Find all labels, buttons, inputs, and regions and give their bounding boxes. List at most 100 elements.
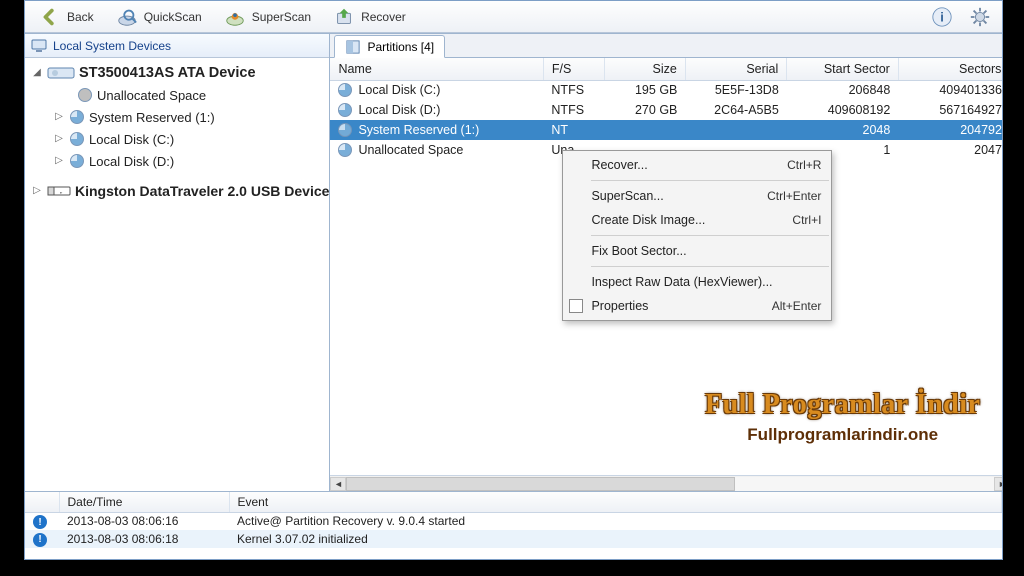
menu-shortcut: Ctrl+Enter xyxy=(767,189,821,203)
tab-partitions[interactable]: Partitions [4] xyxy=(334,35,445,58)
superscan-button[interactable]: SuperScan xyxy=(216,4,319,30)
hdd-icon xyxy=(47,65,75,81)
menu-item-label: Create Disk Image... xyxy=(591,213,705,227)
tree-device-1-label: ST3500413AS ATA Device xyxy=(79,65,256,81)
scroll-right-button[interactable]: ► xyxy=(994,477,1002,491)
tree-device-2[interactable]: ▷ ⟔ Kingston DataTraveler 2.0 USB Device xyxy=(25,180,329,202)
tree-item-label: Local Disk (D:) xyxy=(89,154,174,169)
back-icon xyxy=(39,6,61,28)
cell-size xyxy=(604,120,685,140)
app-window: Back QuickScan SuperScan Recover i xyxy=(24,0,1003,560)
gear-icon xyxy=(969,6,991,28)
menu-item-label: Inspect Raw Data (HexViewer)... xyxy=(591,275,772,289)
log-col-datetime[interactable]: Date/Time xyxy=(59,492,229,512)
menu-item-properties[interactable]: PropertiesAlt+Enter xyxy=(563,294,831,318)
col-size[interactable]: Size xyxy=(604,58,685,80)
log-datetime: 2013-08-03 08:06:18 xyxy=(59,530,229,548)
tree-item-label: Local Disk (C:) xyxy=(89,132,174,147)
collapse-icon[interactable]: ◢ xyxy=(31,67,43,79)
quickscan-button[interactable]: QuickScan xyxy=(108,4,210,30)
device-tree-header: Local System Devices xyxy=(25,34,329,58)
toolbar: Back QuickScan SuperScan Recover i xyxy=(25,1,1002,33)
partitions-icon xyxy=(345,39,361,55)
help-button[interactable]: i xyxy=(930,5,954,29)
quickscan-label: QuickScan xyxy=(144,10,202,24)
col-name[interactable]: Name xyxy=(330,58,543,80)
device-tree[interactable]: ◢ ST3500413AS ATA Device Unallocated Spa… xyxy=(25,58,329,491)
superscan-icon xyxy=(224,6,246,28)
tree-local-c[interactable]: ▷ Local Disk (C:) xyxy=(25,128,329,150)
cell-sectors: 2047 xyxy=(898,140,1002,160)
recover-icon xyxy=(333,6,355,28)
menu-item-label: Recover... xyxy=(591,158,647,172)
main-area: Local System Devices ◢ ST3500413AS ATA D… xyxy=(25,33,1002,491)
context-menu: Recover...Ctrl+RSuperScan...Ctrl+EnterCr… xyxy=(562,150,832,321)
expand-icon[interactable]: ▷ xyxy=(53,155,65,167)
log-panel: Date/Time Event !2013-08-03 08:06:16Acti… xyxy=(25,491,1002,559)
table-row[interactable]: Local Disk (D:)NTFS270 GB2C64-A5B5409608… xyxy=(330,100,1002,120)
log-row[interactable]: !2013-08-03 08:06:18Kernel 3.07.02 initi… xyxy=(25,530,1002,548)
watermark-line2: Fullprogramlarindir.one xyxy=(705,425,980,445)
partitions-grid[interactable]: NameF/SSizeSerialStart SectorSectors Loc… xyxy=(330,58,1002,475)
expand-icon[interactable]: ▷ xyxy=(53,133,65,145)
menu-item-recover[interactable]: Recover... Ctrl+R xyxy=(563,153,831,177)
log-col-event[interactable]: Event xyxy=(229,492,1002,512)
help-icon: i xyxy=(931,6,953,28)
tree-local-d[interactable]: ▷ Local Disk (D:) xyxy=(25,150,329,172)
cell-serial xyxy=(685,120,786,140)
partitions-panel: Partitions [4] NameF/SSizeSerialStart Se… xyxy=(330,34,1002,491)
horizontal-scrollbar[interactable]: ◄ ► xyxy=(330,475,1002,491)
menu-item-label: Fix Boot Sector... xyxy=(591,244,686,258)
col-f/s[interactable]: F/S xyxy=(543,58,604,80)
menu-item-superscan[interactable]: SuperScan...Ctrl+Enter xyxy=(563,184,831,208)
svg-text:⟔: ⟔ xyxy=(60,190,63,196)
cell-start: 409608192 xyxy=(787,100,899,120)
cell-size: 195 GB xyxy=(604,80,685,100)
menu-item-inspect-raw-data-hexviewer[interactable]: Inspect Raw Data (HexViewer)... xyxy=(563,270,831,294)
superscan-label: SuperScan xyxy=(252,10,311,24)
pie-icon xyxy=(69,153,85,169)
col-start-sector[interactable]: Start Sector xyxy=(787,58,899,80)
pie-icon xyxy=(338,83,352,97)
expand-icon[interactable]: ▷ xyxy=(31,185,43,197)
tree-device-1[interactable]: ◢ ST3500413AS ATA Device xyxy=(25,62,329,84)
col-sectors[interactable]: Sectors xyxy=(898,58,1002,80)
tree-unallocated[interactable]: Unallocated Space xyxy=(25,84,329,106)
tree-system-reserved[interactable]: ▷ System Reserved (1:) xyxy=(25,106,329,128)
scroll-track[interactable] xyxy=(346,477,994,491)
pie-icon xyxy=(69,131,85,147)
log-event: Active@ Partition Recovery v. 9.0.4 star… xyxy=(229,512,1002,530)
pie-icon xyxy=(338,103,352,117)
menu-item-fix-boot-sector[interactable]: Fix Boot Sector... xyxy=(563,239,831,263)
partition-name: Unallocated Space xyxy=(358,143,463,157)
device-tree-panel: Local System Devices ◢ ST3500413AS ATA D… xyxy=(25,34,330,491)
log-col-icon[interactable] xyxy=(25,492,59,512)
svg-text:i: i xyxy=(940,9,944,24)
expand-icon[interactable]: ▷ xyxy=(53,111,65,123)
tree-item-label: System Reserved (1:) xyxy=(89,110,215,125)
tab-strip: Partitions [4] xyxy=(330,34,1002,58)
back-button[interactable]: Back xyxy=(31,4,102,30)
tree-device-2-label: Kingston DataTraveler 2.0 USB Device xyxy=(75,183,329,199)
cell-sectors: 409401336 xyxy=(898,80,1002,100)
usb-icon: ⟔ xyxy=(47,183,71,199)
scroll-thumb[interactable] xyxy=(346,477,735,491)
cell-size: 270 GB xyxy=(604,100,685,120)
computer-icon xyxy=(31,38,47,54)
recover-button[interactable]: Recover xyxy=(325,4,414,30)
tree-item-label: Unallocated Space xyxy=(97,88,206,103)
col-serial[interactable]: Serial xyxy=(685,58,786,80)
menu-shortcut: Ctrl+I xyxy=(792,213,821,227)
back-label: Back xyxy=(67,10,94,24)
log-row[interactable]: !2013-08-03 08:06:16Active@ Partition Re… xyxy=(25,512,1002,530)
partition-name: Local Disk (D:) xyxy=(358,103,440,117)
quickscan-icon xyxy=(116,6,138,28)
table-row[interactable]: Local Disk (C:)NTFS195 GB5E5F-13D8206848… xyxy=(330,80,1002,100)
table-row[interactable]: System Reserved (1:)NT2048204792 xyxy=(330,120,1002,140)
settings-button[interactable] xyxy=(968,5,992,29)
pie-icon xyxy=(338,143,352,157)
menu-shortcut: Ctrl+R xyxy=(787,158,821,172)
scroll-left-button[interactable]: ◄ xyxy=(330,477,346,491)
info-icon: ! xyxy=(33,533,47,547)
menu-item-create-disk-image[interactable]: Create Disk Image... Ctrl+I xyxy=(563,208,831,232)
